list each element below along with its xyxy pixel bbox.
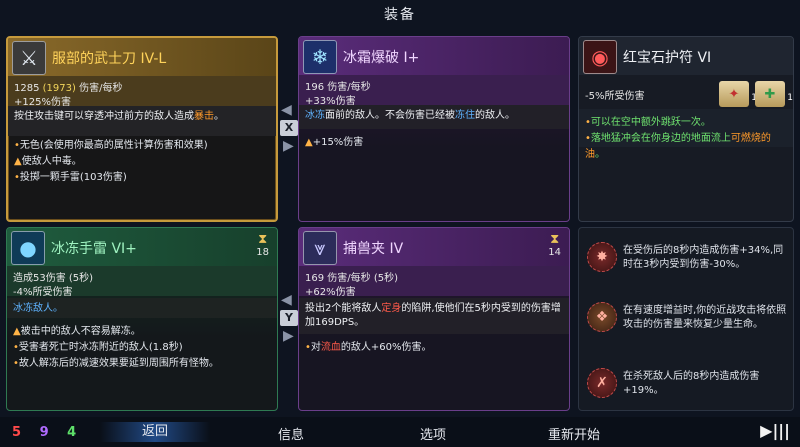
stat-counts: 5 9 4 bbox=[12, 425, 90, 440]
dps-line: 1285 (1973) 伤害/每秒 bbox=[14, 83, 123, 94]
effect-list: •可以在空中额外跳跃一次。 •落地猛冲会在你身边的地面流上可燃烧的油。 bbox=[585, 115, 787, 163]
watermark-logo: ▶||| bbox=[760, 421, 790, 440]
dps-line: 196 伤害/每秒 bbox=[305, 82, 371, 93]
skill-card-secondary[interactable]: ⩔ 捕兽夹 IV ⧗ 14 169 伤害/每秒 (5秒) +62%伤害 投出2个… bbox=[298, 227, 570, 411]
amulet-icon: ◉ bbox=[583, 40, 617, 74]
mutation-item[interactable]: ✸ 在受伤后的8秒内造成伤害+34%,同时在3秒内受到伤害-30%。 bbox=[585, 234, 787, 290]
mutation-icon: ✸ bbox=[587, 242, 617, 272]
effect-item: •受害者死亡时冰冻附近的敌人(1.8秒) bbox=[13, 342, 183, 353]
amulet-card[interactable]: ◉ 红宝石护符 VI ✦1 ✚1 -5%所受伤害 •可以在空中额外跳跃一次。 •… bbox=[578, 36, 794, 222]
hourglass-icon: ⧗ bbox=[550, 232, 560, 247]
damage-line: 造成53伤害 (5秒) bbox=[13, 273, 94, 284]
effect-item: •落地猛冲会在你身边的地面流上可燃烧的油。 bbox=[585, 133, 771, 160]
card-header: ● 冰冻手雷 VI+ ⧗ 18 bbox=[7, 228, 277, 266]
options-button[interactable]: 选项 bbox=[420, 424, 446, 443]
damage-reduction: -5%所受伤害 bbox=[585, 91, 645, 102]
item-description: 投出2个能将敌人定身的陷阱,使他们在5秒内受到的伤害增加169DPS。 bbox=[299, 298, 569, 334]
mutation-item[interactable]: ❖ 在有速度增益时,你的近战攻击将依照攻击的伤害量来恢复少量生命。 bbox=[585, 294, 787, 350]
scroll-icon: ✦1 bbox=[719, 81, 757, 107]
damage-reduction: -4%所受伤害 bbox=[13, 287, 73, 298]
mutation-icon: ❖ bbox=[587, 302, 617, 332]
weapon-card-secondary[interactable]: ❄ 冰霜爆破 I+ 196 伤害/每秒 +33%伤害 冰冻面前的敌人。不会伤害已… bbox=[298, 36, 570, 222]
frost-blast-icon: ❄ bbox=[303, 40, 337, 74]
item-description: 冰冻面前的敌人。不会伤害已经被冻住的敌人。 bbox=[299, 105, 569, 129]
swap-right-arrow-icon: ▶ bbox=[283, 328, 294, 344]
screen-title: 装备 bbox=[384, 7, 416, 23]
tactics-count: 9 bbox=[39, 425, 49, 440]
hourglass-icon: ⧗ bbox=[258, 232, 268, 247]
swap-skills-button[interactable]: Y bbox=[280, 310, 298, 326]
item-name: 红宝石护符 VI bbox=[623, 50, 712, 66]
card-header: ◉ 红宝石护符 VI bbox=[579, 37, 793, 75]
item-name: 冰霜爆破 I+ bbox=[343, 50, 420, 66]
effect-list: •对流血的敌人+60%伤害。 bbox=[305, 340, 563, 356]
effect-item: ▲使敌人中毒。 bbox=[14, 156, 82, 167]
cooldown: ⧗ 18 bbox=[256, 232, 269, 258]
swap-left-arrow-icon: ◀ bbox=[281, 102, 292, 118]
bottom-bar: 5 9 4 返回 信息 选项 重新开始 ▶||| bbox=[0, 417, 800, 447]
wolf-trap-icon: ⩔ bbox=[303, 231, 337, 265]
skill-card-primary[interactable]: ● 冰冻手雷 VI+ ⧗ 18 造成53伤害 (5秒) -4%所受伤害 冰冻敌人… bbox=[6, 227, 278, 411]
effect-item: •投掷一颗手雷(103伤害) bbox=[14, 172, 127, 183]
effect-item: •可以在空中额外跳跃一次。 bbox=[585, 117, 711, 128]
card-header: ⩔ 捕兽夹 IV ⧗ 14 bbox=[299, 228, 569, 266]
effect-item: •对流血的敌人+60%伤害。 bbox=[305, 342, 432, 353]
scroll-icon: ✚ 1 bbox=[755, 81, 793, 107]
effect-list: ▲+15%伤害 bbox=[305, 135, 563, 151]
katana-icon: ⚔ bbox=[12, 41, 46, 75]
weapon-card-primary[interactable]: ⚔ 服部的武士刀 IV-L 1285 (1973) 伤害/每秒 +125%伤害 … bbox=[6, 36, 278, 222]
restart-button[interactable]: 重新开始 bbox=[548, 424, 600, 443]
mutations-panel: ✸ 在受伤后的8秒内造成伤害+34%,同时在3秒内受到伤害-30%。 ❖ 在有速… bbox=[578, 227, 794, 411]
card-header: ⚔ 服部的武士刀 IV-L bbox=[8, 38, 276, 76]
card-header: ❄ 冰霜爆破 I+ bbox=[299, 37, 569, 75]
item-description: 按住攻击键可以穿透冲过前方的敌人造成暴击。 bbox=[8, 106, 276, 136]
mutation-item[interactable]: ✗ 在杀死敌人后的8秒内造成伤害+19%。 bbox=[585, 360, 787, 410]
item-name: 捕兽夹 IV bbox=[343, 241, 404, 257]
effect-list: ▲被击中的敌人不容易解冻。 •受害者死亡时冰冻附近的敌人(1.8秒) •故人解冻… bbox=[13, 324, 271, 372]
scroll-slots: ✦1 ✚1 bbox=[719, 81, 793, 107]
item-description: 冰冻敌人。 bbox=[7, 298, 277, 318]
survival-count: 4 bbox=[67, 425, 77, 440]
brutality-count: 5 bbox=[12, 425, 22, 440]
effect-list: •无色(会使用你最高的属性计算伤害和效果) ▲使敌人中毒。 •投掷一颗手雷(10… bbox=[14, 138, 270, 186]
item-name: 服部的武士刀 IV-L bbox=[52, 51, 167, 67]
damage-bonus: +62%伤害 bbox=[305, 287, 356, 298]
effect-item: •无色(会使用你最高的属性计算伤害和效果) bbox=[14, 140, 208, 151]
back-button[interactable]: 返回 bbox=[100, 422, 210, 442]
effect-item: ▲+15%伤害 bbox=[305, 137, 364, 148]
mutation-icon: ✗ bbox=[587, 368, 617, 398]
swap-weapons-button[interactable]: X bbox=[280, 120, 298, 136]
swap-right-arrow-icon: ▶ bbox=[283, 138, 294, 154]
ice-grenade-icon: ● bbox=[11, 231, 45, 265]
item-name: 冰冻手雷 VI+ bbox=[51, 241, 137, 257]
effect-item: •故人解冻后的减速效果要延到周围所有怪物。 bbox=[13, 358, 219, 369]
cooldown: ⧗ 14 bbox=[548, 232, 561, 258]
info-button[interactable]: 信息 bbox=[278, 424, 304, 443]
swap-left-arrow-icon: ◀ bbox=[281, 292, 292, 308]
effect-item: ▲被击中的敌人不容易解冻。 bbox=[13, 326, 141, 337]
dps-line: 169 伤害/每秒 (5秒) bbox=[305, 273, 398, 284]
